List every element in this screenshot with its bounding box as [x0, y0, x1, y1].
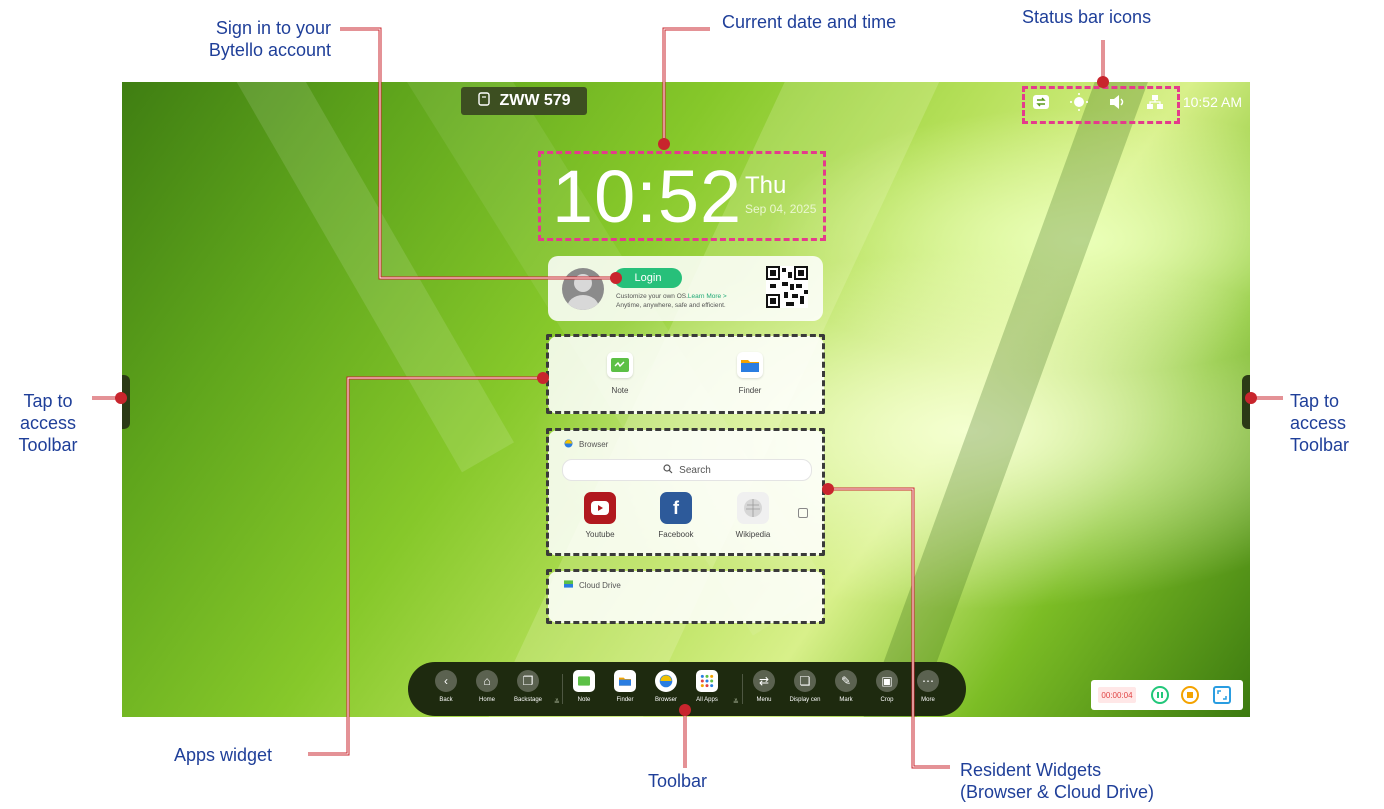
toolbar-mark-button[interactable]: ✎ Mark [824, 670, 868, 703]
annotation-resident-line2: (Browser & Cloud Drive) [960, 782, 1155, 802]
toolbar-back-button[interactable]: ‹ Back [424, 670, 468, 703]
annotation-tap-left: Tap to access Toolbar [8, 390, 88, 456]
toolbar-backstage-button[interactable]: ❐ Backstage [506, 670, 550, 703]
toolbar-menu-button[interactable]: ⇄ Menu [742, 670, 786, 703]
annotation-toolbar: Toolbar [648, 771, 708, 791]
back-icon: ‹ [435, 670, 457, 692]
backstage-icon: ❐ [517, 670, 539, 692]
toolbar-expand-icon[interactable]: ≚ [554, 698, 560, 706]
toolbar-display-button[interactable]: ❏ Display cen [783, 670, 827, 703]
avatar[interactable] [562, 268, 604, 310]
login-tagline: Customize your own OS.Learn More > [616, 293, 727, 300]
screen-recorder: 00:00:04 [1091, 680, 1243, 710]
toolbar-side-tab-right[interactable] [1242, 375, 1250, 429]
annotation-tap-right: Tap to access Toolbar [1290, 390, 1370, 456]
annotation-tap-right-line1: Tap to [1290, 391, 1340, 411]
login-button[interactable]: Login [614, 268, 682, 288]
toolbar-browser-button[interactable]: Browser [644, 670, 688, 703]
toolbar-side-tab-left[interactable] [122, 375, 130, 429]
annotation-resident: Resident Widgets (Browser & Cloud Drive) [960, 759, 1154, 803]
toolbar-menu-label: Menu [756, 697, 772, 703]
annotation-apps-widget: Apps widget [174, 745, 273, 765]
wallpaper-leaf-4 [862, 82, 1149, 717]
toolbar-allapps-label: All Apps [696, 697, 718, 703]
recorder-time: 00:00:04 [1098, 687, 1136, 703]
expand-icon[interactable] [1213, 686, 1231, 704]
toolbar-home-button[interactable]: ⌂ Home [465, 670, 509, 703]
toolbar-finder-label: Finder [616, 697, 634, 703]
highlight-apps-widget [546, 334, 825, 414]
toolbar-more-button[interactable]: ⋯ More [906, 670, 950, 703]
toolbar-home-label: Home [478, 697, 495, 703]
note-icon [573, 670, 595, 692]
highlight-clock [538, 151, 826, 241]
toolbar-allapps-button[interactable]: All Apps [685, 670, 729, 703]
display-center-icon: ❏ [794, 670, 816, 692]
toolbar-more-label: More [921, 697, 935, 703]
annotation-tap-right-line3: Toolbar [1290, 435, 1350, 455]
toolbar-backstage-label: Backstage [513, 697, 543, 703]
highlight-status-icons [1022, 86, 1180, 124]
toolbar-finder-button[interactable]: Finder [603, 670, 647, 703]
status-time: 10:52 AM [1182, 94, 1242, 110]
browser-icon [655, 670, 677, 692]
annotation-tap-left-line1: Tap to [23, 391, 73, 411]
stop-icon[interactable] [1181, 686, 1199, 704]
toolbar-note-button[interactable]: Note [562, 670, 606, 703]
toolbar-back-label: Back [439, 697, 453, 703]
bottom-toolbar: ‹ Back ⌂ Home ❐ Backstage ≚ Note Finder Bro… [408, 662, 966, 716]
toolbar-expand-icon-2[interactable]: ≚ [733, 698, 739, 706]
annotation-tap-right-line2: access [1290, 413, 1347, 433]
toolbar-crop-label: Crop [880, 697, 894, 703]
toolbar-note-label: Note [577, 697, 591, 703]
device-icon [477, 91, 491, 111]
annotation-resident-line1: Resident Widgets [960, 760, 1102, 780]
toolbar-display-label: Display cen [789, 697, 821, 703]
annotation-tap-left-line2: access [19, 413, 77, 433]
login-subtagline: Anytime, anywhere, safe and efficient. [616, 302, 726, 309]
toolbar-mark-label: Mark [839, 697, 853, 703]
crop-icon: ▣ [876, 670, 898, 692]
device-name: ZWW 579 [499, 92, 571, 109]
all-apps-icon [696, 670, 718, 692]
more-icon: ⋯ [917, 670, 939, 692]
annotation-signin-line1: Sign in to your [215, 18, 331, 38]
device-screen: ZWW 579 10:52 AM 10:52 Thu Sep 04, 2025 … [122, 82, 1250, 717]
menu-icon: ⇄ [753, 670, 775, 692]
mark-icon: ✎ [835, 670, 857, 692]
toolbar-crop-button[interactable]: ▣ Crop [865, 670, 909, 703]
highlight-browser-widget [546, 428, 825, 556]
pause-icon[interactable] [1151, 686, 1169, 704]
highlight-cloud-widget [546, 569, 825, 624]
login-tagline-text: Customize your own OS. [616, 293, 688, 300]
home-icon: ⌂ [476, 670, 498, 692]
annotation-tap-left-line3: Toolbar [18, 435, 78, 455]
annotation-status-icons: Status bar icons [1022, 7, 1152, 27]
learn-more-link[interactable]: Learn More > [688, 293, 727, 300]
qr-code-icon [766, 266, 808, 308]
login-card: Login Customize your own OS.Learn More >… [548, 256, 823, 321]
toolbar-browser-label: Browser [654, 697, 677, 703]
device-name-chip[interactable]: ZWW 579 [461, 87, 587, 115]
finder-icon [614, 670, 636, 692]
annotation-signin: Sign in to your Bytello account [185, 17, 331, 61]
annotation-datetime: Current date and time [722, 12, 897, 32]
annotation-signin-line2: Bytello account [208, 40, 331, 60]
